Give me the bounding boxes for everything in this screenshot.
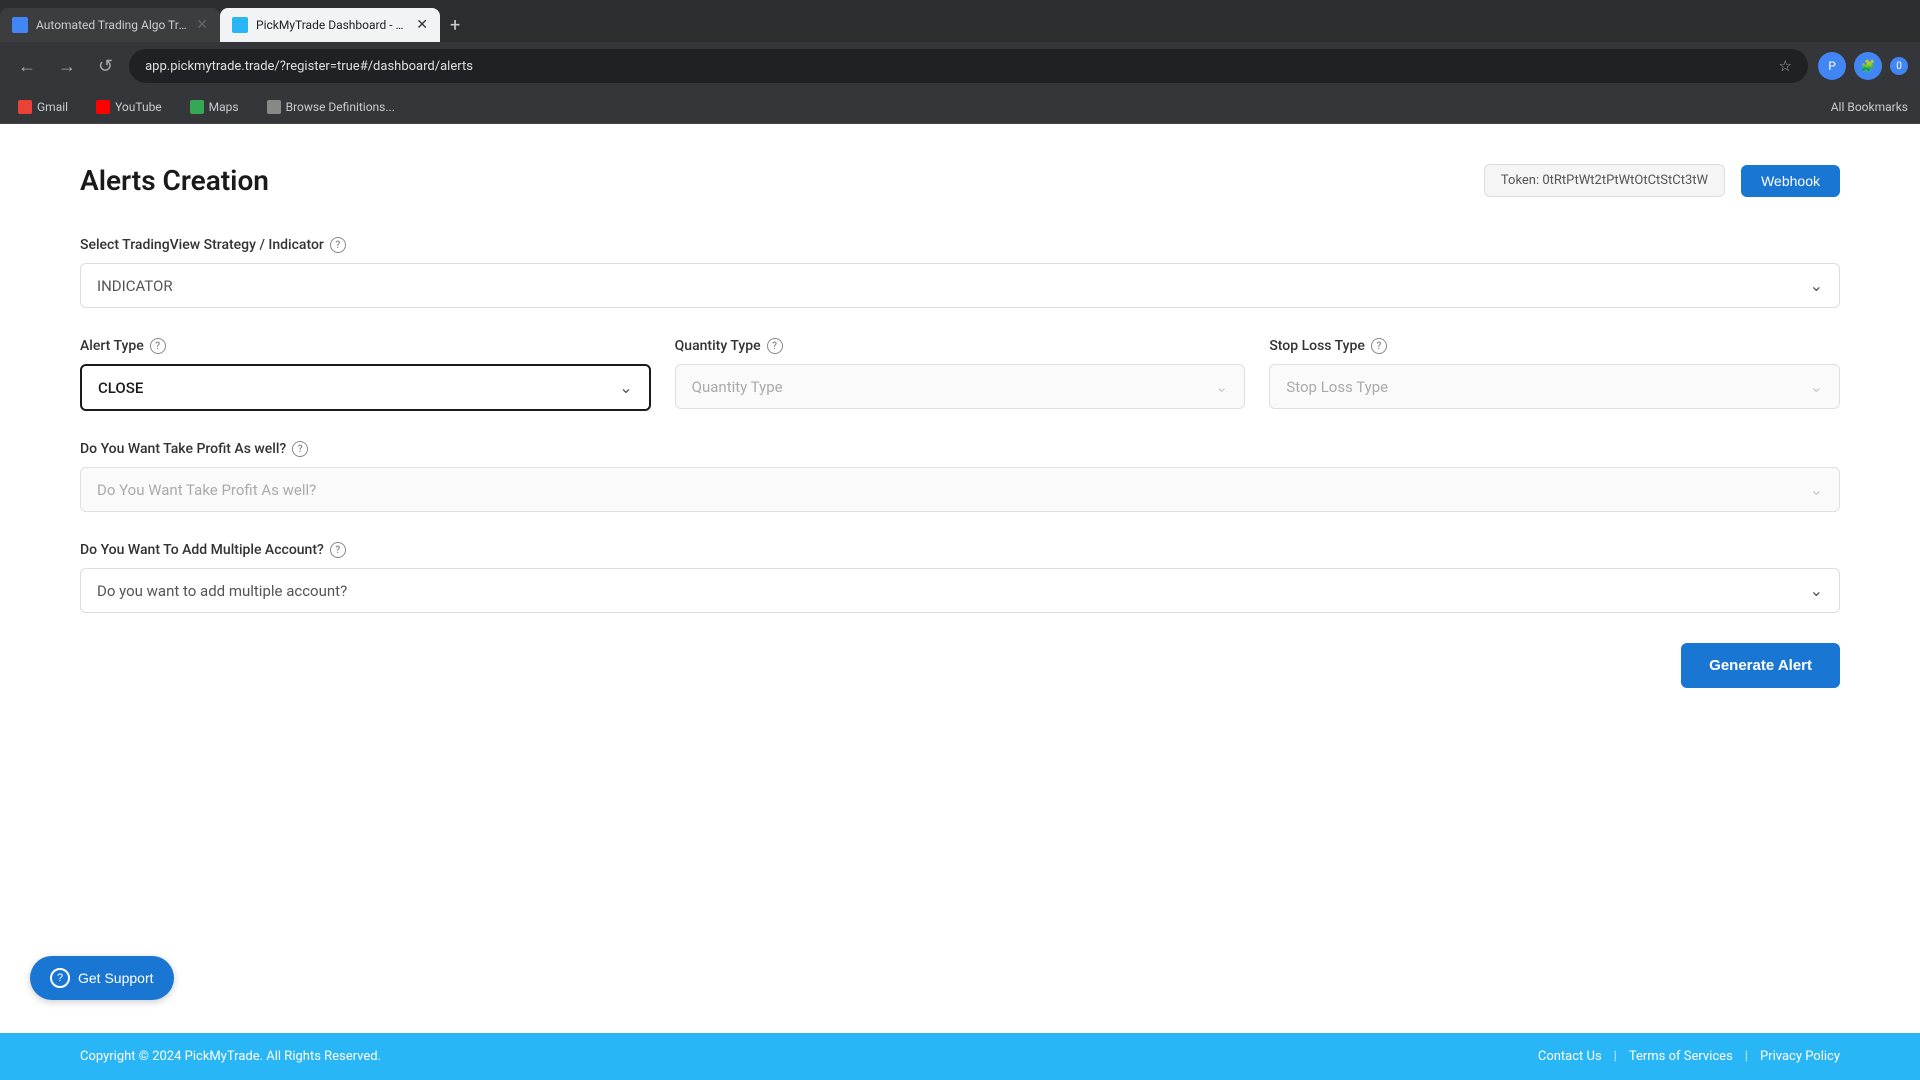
stop-loss-chevron-icon: ⌄ <box>1810 377 1823 396</box>
multiple-account-help-icon[interactable]: ? <box>330 542 346 558</box>
bookmark-youtube[interactable]: YouTube <box>90 98 168 116</box>
gmail-favicon <box>18 100 32 114</box>
omnibar-row: ← → ↺ app.pickmytrade.trade/?register=tr… <box>0 42 1920 90</box>
maps-label: Maps <box>209 100 239 114</box>
alert-type-chevron-icon: ⌄ <box>619 378 632 397</box>
new-tab-button[interactable]: + <box>440 15 470 36</box>
webhook-button[interactable]: Webhook <box>1741 165 1840 197</box>
footer-sep-1: | <box>1614 1049 1617 1064</box>
quantity-type-help-icon[interactable]: ? <box>767 338 783 354</box>
quantity-type-dropdown[interactable]: Quantity Type ⌄ <box>675 364 1246 409</box>
header-right: Token: 0tRtPtWt2tPtWtOtCtStCt3tW Webhook <box>1484 164 1840 197</box>
tab-2-favicon <box>232 17 248 33</box>
privacy-link[interactable]: Privacy Policy <box>1760 1049 1840 1064</box>
tab-1-close[interactable]: ✕ <box>196 18 208 32</box>
stop-loss-type-dropdown[interactable]: Stop Loss Type ⌄ <box>1269 364 1840 409</box>
bookmark-maps[interactable]: Maps <box>184 98 245 116</box>
take-profit-label-row: Do You Want Take Profit As well? ? <box>80 441 1840 457</box>
back-button[interactable]: ← <box>12 52 42 81</box>
generate-alert-button[interactable]: Generate Alert <box>1681 643 1840 688</box>
quantity-type-chevron-icon: ⌄ <box>1215 377 1228 396</box>
multiple-account-dropdown[interactable]: Do you want to add multiple account? ⌄ <box>80 568 1840 613</box>
main-area: Alerts Creation Token: 0tRtPtWt2tPtWtOtC… <box>0 124 1920 1033</box>
reload-button[interactable]: ↺ <box>92 52 119 81</box>
strategy-dropdown[interactable]: INDICATOR ⌄ <box>80 263 1840 308</box>
profile-icon[interactable]: P <box>1818 52 1846 80</box>
bookmark-browse[interactable]: Browse Definitions... <box>261 98 401 116</box>
stop-loss-placeholder: Stop Loss Type <box>1286 378 1388 396</box>
stop-loss-type-section: Stop Loss Type ? Stop Loss Type ⌄ <box>1269 338 1840 411</box>
extensions-icon[interactable]: 🧩 <box>1854 52 1882 80</box>
generate-btn-row: Generate Alert <box>80 643 1840 688</box>
take-profit-help-icon[interactable]: ? <box>292 441 308 457</box>
strategy-section: Select TradingView Strategy / Indicator … <box>80 237 1840 308</box>
contact-link[interactable]: Contact Us <box>1538 1049 1602 1064</box>
quantity-type-label: Quantity Type <box>675 338 761 354</box>
three-col-row: Alert Type ? CLOSE ⌄ Quantity Type ? <box>80 338 1840 411</box>
footer-links: Contact Us | Terms of Services | Privacy… <box>1538 1049 1840 1064</box>
bookmark-star-icon[interactable]: ☆ <box>1779 57 1792 75</box>
support-label: Get Support <box>78 970 154 986</box>
alert-type-dropdown[interactable]: CLOSE ⌄ <box>80 364 651 411</box>
stop-loss-help-icon[interactable]: ? <box>1371 338 1387 354</box>
page-header: Alerts Creation Token: 0tRtPtWt2tPtWtOtC… <box>80 164 1840 197</box>
take-profit-section: Do You Want Take Profit As well? ? Do Yo… <box>80 441 1840 512</box>
quantity-type-placeholder: Quantity Type <box>692 378 783 396</box>
browse-favicon <box>267 100 281 114</box>
multiple-account-placeholder: Do you want to add multiple account? <box>97 582 347 600</box>
tab-2-close[interactable]: ✕ <box>416 18 428 32</box>
alert-type-label: Alert Type <box>80 338 144 354</box>
take-profit-placeholder: Do You Want Take Profit As well? <box>97 481 316 499</box>
tab-bar: Automated Trading Algo Tradi... ✕ PickMy… <box>0 0 1920 42</box>
youtube-favicon <box>96 100 110 114</box>
token-display: Token: 0tRtPtWt2tPtWtOtCtStCt3tW <box>1484 164 1725 197</box>
alert-type-label-row: Alert Type ? <box>80 338 651 354</box>
alert-type-section: Alert Type ? CLOSE ⌄ <box>80 338 651 411</box>
support-icon: ? <box>50 968 70 988</box>
all-bookmarks-label: All Bookmarks <box>1831 100 1908 114</box>
browse-label: Browse Definitions... <box>286 100 395 114</box>
stop-loss-label-row: Stop Loss Type ? <box>1269 338 1840 354</box>
forward-button[interactable]: → <box>52 52 82 81</box>
all-bookmarks[interactable]: All Bookmarks <box>1831 100 1908 114</box>
quantity-type-section: Quantity Type ? Quantity Type ⌄ <box>675 338 1246 411</box>
bookmarks-bar: Gmail YouTube Maps Browse Definitions...… <box>0 90 1920 124</box>
tab-1[interactable]: Automated Trading Algo Tradi... ✕ <box>0 8 220 42</box>
multiple-account-label: Do You Want To Add Multiple Account? <box>80 542 324 558</box>
take-profit-dropdown[interactable]: Do You Want Take Profit As well? ⌄ <box>80 467 1840 512</box>
alert-type-help-icon[interactable]: ? <box>150 338 166 354</box>
bookmark-gmail[interactable]: Gmail <box>12 98 74 116</box>
quantity-type-label-row: Quantity Type ? <box>675 338 1246 354</box>
address-bar[interactable]: app.pickmytrade.trade/?register=true#/da… <box>129 49 1808 83</box>
multiple-account-label-row: Do You Want To Add Multiple Account? ? <box>80 542 1840 558</box>
strategy-label: Select TradingView Strategy / Indicator <box>80 237 324 253</box>
url-display: app.pickmytrade.trade/?register=true#/da… <box>145 59 1770 74</box>
tab-2-title: PickMyTrade Dashboard - Man... <box>256 18 408 32</box>
multiple-account-chevron-icon: ⌄ <box>1810 581 1823 600</box>
youtube-label: YouTube <box>115 100 162 114</box>
strategy-chevron-icon: ⌄ <box>1810 276 1823 295</box>
tab-1-title: Automated Trading Algo Tradi... <box>36 18 188 32</box>
notification-badge[interactable]: 0 <box>1890 57 1908 75</box>
profile-area: P 🧩 0 <box>1818 52 1908 80</box>
take-profit-chevron-icon: ⌄ <box>1810 480 1823 499</box>
take-profit-label: Do You Want Take Profit As well? <box>80 441 286 457</box>
copyright: Copyright © 2024 PickMyTrade. All Rights… <box>80 1049 381 1064</box>
strategy-value: INDICATOR <box>97 277 173 295</box>
alert-type-value: CLOSE <box>98 379 143 397</box>
get-support-button[interactable]: ? Get Support <box>30 956 174 1000</box>
tab-1-favicon <box>12 17 28 33</box>
stop-loss-label: Stop Loss Type <box>1269 338 1365 354</box>
strategy-help-icon[interactable]: ? <box>330 237 346 253</box>
gmail-label: Gmail <box>37 100 68 114</box>
page-content: Alerts Creation Token: 0tRtPtWt2tPtWtOtC… <box>0 124 1920 1080</box>
terms-link[interactable]: Terms of Services <box>1629 1049 1733 1064</box>
strategy-label-row: Select TradingView Strategy / Indicator … <box>80 237 1840 253</box>
page-title: Alerts Creation <box>80 164 269 197</box>
tab-2[interactable]: PickMyTrade Dashboard - Man... ✕ <box>220 8 440 42</box>
multiple-account-section: Do You Want To Add Multiple Account? ? D… <box>80 542 1840 613</box>
footer: Copyright © 2024 PickMyTrade. All Rights… <box>0 1033 1920 1080</box>
footer-sep-2: | <box>1745 1049 1748 1064</box>
maps-favicon <box>190 100 204 114</box>
